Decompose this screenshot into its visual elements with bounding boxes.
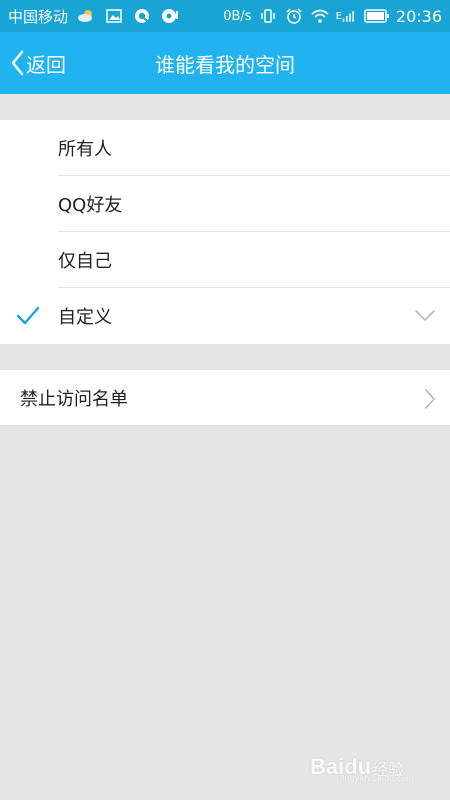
back-button[interactable]: 返回 xyxy=(10,32,66,94)
title-bar: 谁能看我的空间 返回 xyxy=(0,32,450,94)
alarm-icon xyxy=(286,8,302,24)
option-everyone[interactable]: 所有人 xyxy=(0,120,450,176)
battery-icon xyxy=(364,9,389,23)
option-only-me[interactable]: 仅自己 xyxy=(0,232,450,288)
visibility-options: 所有人 QQ好友 仅自己 自定义 xyxy=(0,120,450,344)
blocklist-group: 禁止访问名单 xyxy=(0,370,450,425)
status-bar: 中国移动 0B/s E 20:36 xyxy=(0,0,450,32)
option-qq-friends[interactable]: QQ好友 xyxy=(0,176,450,232)
baidu-watermark: Baidu 经验 jingyan.baidu.com xyxy=(310,744,420,784)
image-icon xyxy=(106,9,122,23)
page-title: 谁能看我的空间 xyxy=(155,52,295,77)
checkmark-icon xyxy=(16,306,40,325)
blocklist-label: 禁止访问名单 xyxy=(20,388,128,410)
vibrate-icon xyxy=(260,9,275,23)
carrier-name: 中国移动 xyxy=(8,7,69,26)
chevron-left-icon xyxy=(11,50,24,76)
option-label: 仅自己 xyxy=(58,251,112,272)
weather-cloud-icon xyxy=(78,10,93,22)
clock: 20:36 xyxy=(395,6,442,26)
option-label: 自定义 xyxy=(58,307,112,328)
watermark-url: jingyan.baidu.com xyxy=(340,774,414,783)
blocklist-item[interactable]: 禁止访问名单 xyxy=(0,370,450,425)
chevron-right-icon xyxy=(425,389,436,409)
option-label: 所有人 xyxy=(58,139,112,160)
option-label: QQ好友 xyxy=(58,195,123,216)
qq-browser-icon xyxy=(135,9,150,23)
wifi-icon xyxy=(311,9,329,23)
network-speed: 0B/s xyxy=(223,8,252,24)
chevron-down-icon[interactable] xyxy=(414,308,436,324)
option-custom[interactable]: 自定义 xyxy=(0,288,450,344)
music-icon xyxy=(162,9,179,23)
back-label: 返回 xyxy=(26,52,66,77)
signal-icon xyxy=(342,11,354,22)
